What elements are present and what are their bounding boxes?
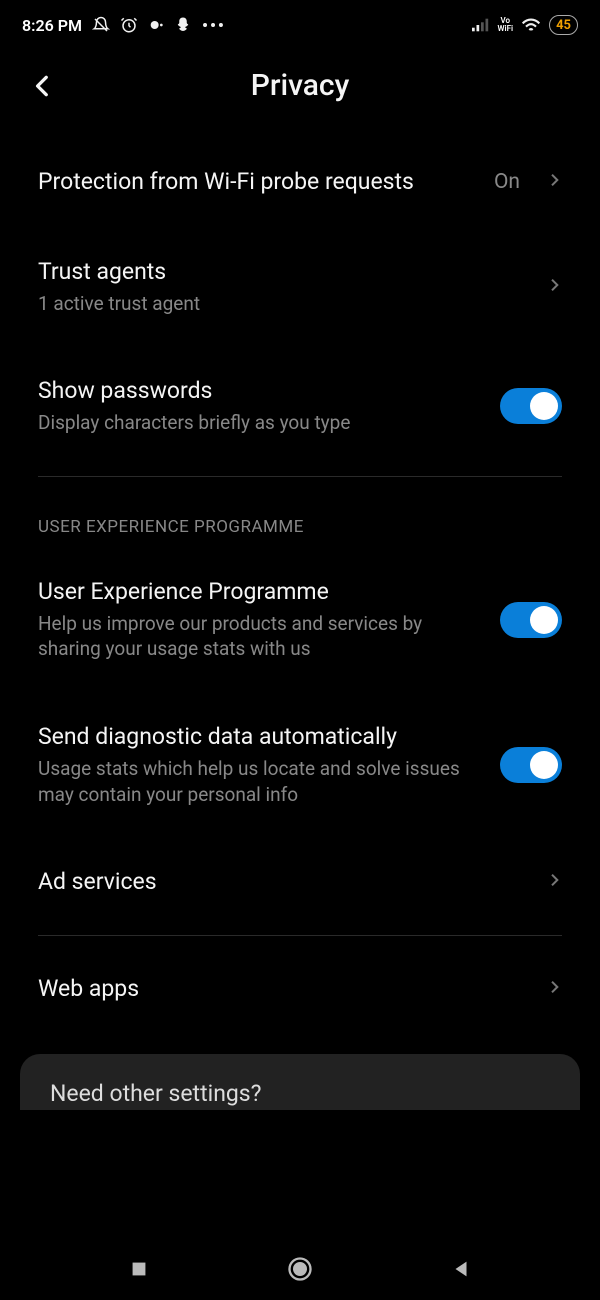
back-button[interactable]: [30, 73, 56, 99]
row-web-apps[interactable]: Web apps: [38, 944, 562, 1034]
chevron-right-icon: [546, 277, 562, 297]
wifi-icon: [521, 17, 541, 33]
row-uep-title: User Experience Programme: [38, 577, 480, 607]
status-bar-left: 8:26 PM •••: [22, 16, 226, 35]
section-divider: [38, 476, 562, 477]
row-ad-services-title: Ad services: [38, 867, 526, 897]
toggle-diagnostic[interactable]: [500, 747, 562, 783]
toggle-uep[interactable]: [500, 602, 562, 638]
chevron-right-icon: [546, 172, 562, 192]
status-bar: 8:26 PM ••• VoWiFi 45: [0, 0, 600, 40]
row-trust-agents-sub: 1 active trust agent: [38, 291, 526, 317]
suggestion-card[interactable]: Need other settings?: [20, 1054, 580, 1110]
row-diagnostic-title: Send diagnostic data automatically: [38, 722, 480, 752]
page-header: Privacy: [0, 40, 600, 123]
more-notifications-icon: •••: [202, 16, 226, 35]
record-icon: [148, 17, 164, 33]
signal-icon: [472, 18, 490, 32]
toggle-show-passwords[interactable]: [500, 388, 562, 424]
battery-indicator: 45: [549, 15, 578, 35]
row-wifi-probe-value: On: [494, 170, 520, 194]
alarm-icon: [120, 16, 138, 34]
row-ad-services[interactable]: Ad services: [38, 837, 562, 927]
section-divider: [38, 935, 562, 936]
status-bar-right: VoWiFi 45: [472, 15, 579, 35]
row-web-apps-title: Web apps: [38, 974, 526, 1004]
snapchat-icon: [174, 16, 192, 34]
row-trust-agents[interactable]: Trust agents 1 active trust agent: [38, 227, 562, 347]
page-title: Privacy: [20, 68, 580, 103]
row-wifi-probe[interactable]: Protection from Wi-Fi probe requests On: [38, 123, 562, 227]
nav-recents-button[interactable]: [128, 1258, 150, 1284]
nav-home-button[interactable]: [286, 1255, 314, 1287]
row-show-passwords[interactable]: Show passwords Display characters briefl…: [38, 346, 562, 466]
vowifi-icon: VoWiFi: [498, 17, 514, 33]
navigation-bar: [0, 1242, 600, 1300]
status-time: 8:26 PM: [22, 16, 82, 35]
notification-muted-icon: [92, 16, 110, 34]
row-uep-sub: Help us improve our products and service…: [38, 611, 480, 662]
row-trust-agents-title: Trust agents: [38, 257, 526, 287]
row-show-passwords-title: Show passwords: [38, 376, 480, 406]
suggestion-title: Need other settings?: [50, 1080, 550, 1107]
chevron-right-icon: [546, 872, 562, 892]
section-header-uep: USER EXPERIENCE PROGRAMME: [38, 517, 562, 537]
row-diagnostic[interactable]: Send diagnostic data automatically Usage…: [38, 692, 562, 837]
row-uep[interactable]: User Experience Programme Help us improv…: [38, 547, 562, 692]
row-show-passwords-sub: Display characters briefly as you type: [38, 410, 480, 436]
row-diagnostic-sub: Usage stats which help us locate and sol…: [38, 756, 480, 807]
chevron-right-icon: [546, 979, 562, 999]
row-wifi-probe-title: Protection from Wi-Fi probe requests: [38, 167, 474, 197]
nav-back-button[interactable]: [450, 1258, 472, 1284]
